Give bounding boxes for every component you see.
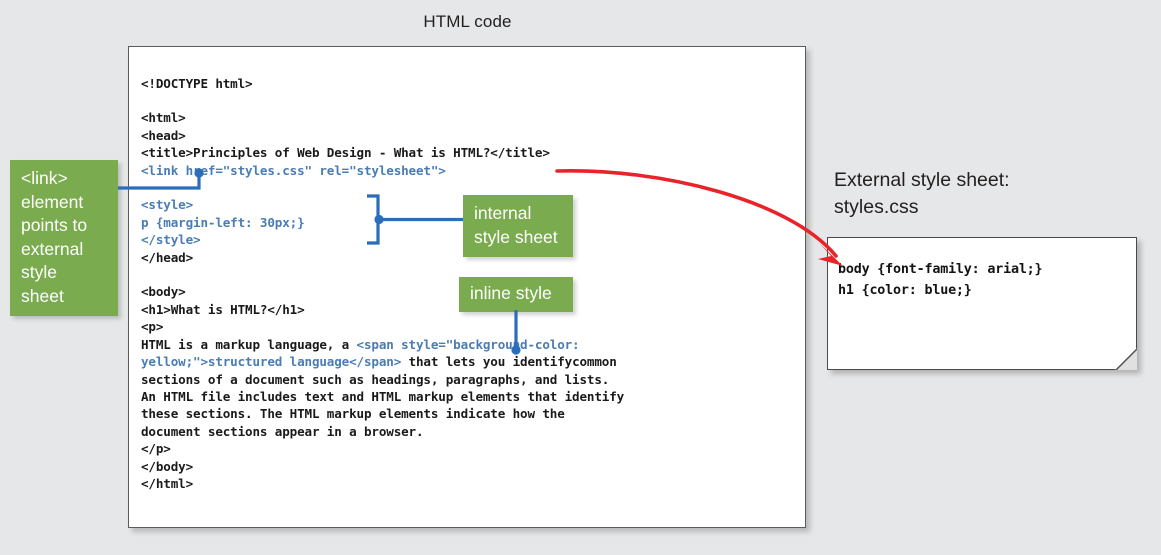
page-title: HTML code [423, 12, 512, 31]
page-curl-icon [1115, 348, 1137, 370]
callout-inline-style: inline style [459, 277, 573, 312]
callout-internal-style-sheet: internal style sheet [463, 195, 573, 257]
external-css-panel: body {font-family: arial;} h1 {color: bl… [827, 237, 1137, 370]
callout-link-element: <link> element points to external style … [10, 160, 118, 316]
external-style-sheet-heading: External style sheet: styles.css [834, 169, 1010, 218]
external-css-listing: body {font-family: arial;} h1 {color: bl… [838, 262, 1043, 299]
